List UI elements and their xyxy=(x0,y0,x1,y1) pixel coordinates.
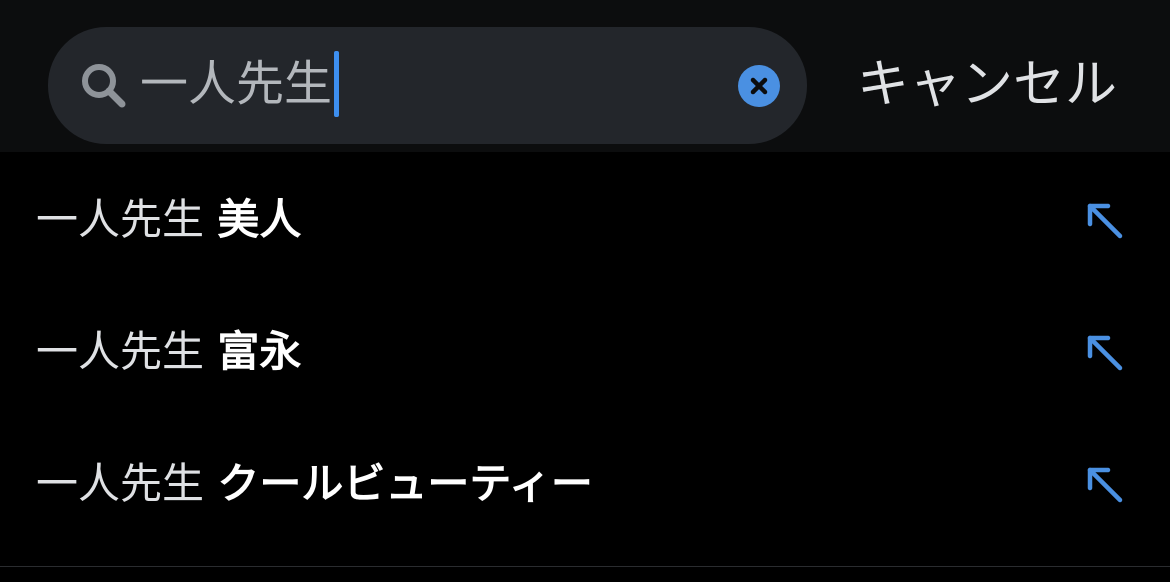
suggestion-item[interactable]: 一人先生 富永 xyxy=(0,284,1170,416)
suggestion-item[interactable]: 一人先生 クールビューティー xyxy=(0,416,1170,548)
search-query-text: 一人先生 xyxy=(140,56,333,112)
suggestion-text: 一人先生 富永 xyxy=(36,324,301,380)
suggestion-completion: 富永 xyxy=(217,327,302,376)
arrow-up-left-icon[interactable] xyxy=(1084,200,1126,242)
suggestion-completion: 美人 xyxy=(217,195,302,244)
search-input[interactable]: 一人先生 xyxy=(140,51,340,117)
suggestion-prefix: 一人先生 xyxy=(36,327,205,376)
suggestion-completion: クールビューティー xyxy=(217,459,593,508)
clear-search-button[interactable] xyxy=(738,65,780,107)
suggestion-text: 一人先生 美人 xyxy=(36,192,301,248)
search-icon xyxy=(82,64,126,108)
suggestion-item[interactable]: 一人先生 美人 xyxy=(0,152,1170,284)
suggestion-list: 一人先生 美人 一人先生 富永 一人先生 クールビューティー xyxy=(0,152,1170,568)
cancel-button[interactable]: キャンセル xyxy=(857,50,1117,120)
suggestion-prefix: 一人先生 xyxy=(36,459,205,508)
divider xyxy=(0,566,1170,567)
arrow-up-left-icon[interactable] xyxy=(1084,464,1126,506)
suggestion-prefix: 一人先生 xyxy=(36,195,205,244)
suggestion-text: 一人先生 クールビューティー xyxy=(36,456,593,512)
text-cursor xyxy=(334,51,340,117)
close-circle-icon xyxy=(750,77,768,95)
arrow-up-left-icon[interactable] xyxy=(1084,332,1126,374)
